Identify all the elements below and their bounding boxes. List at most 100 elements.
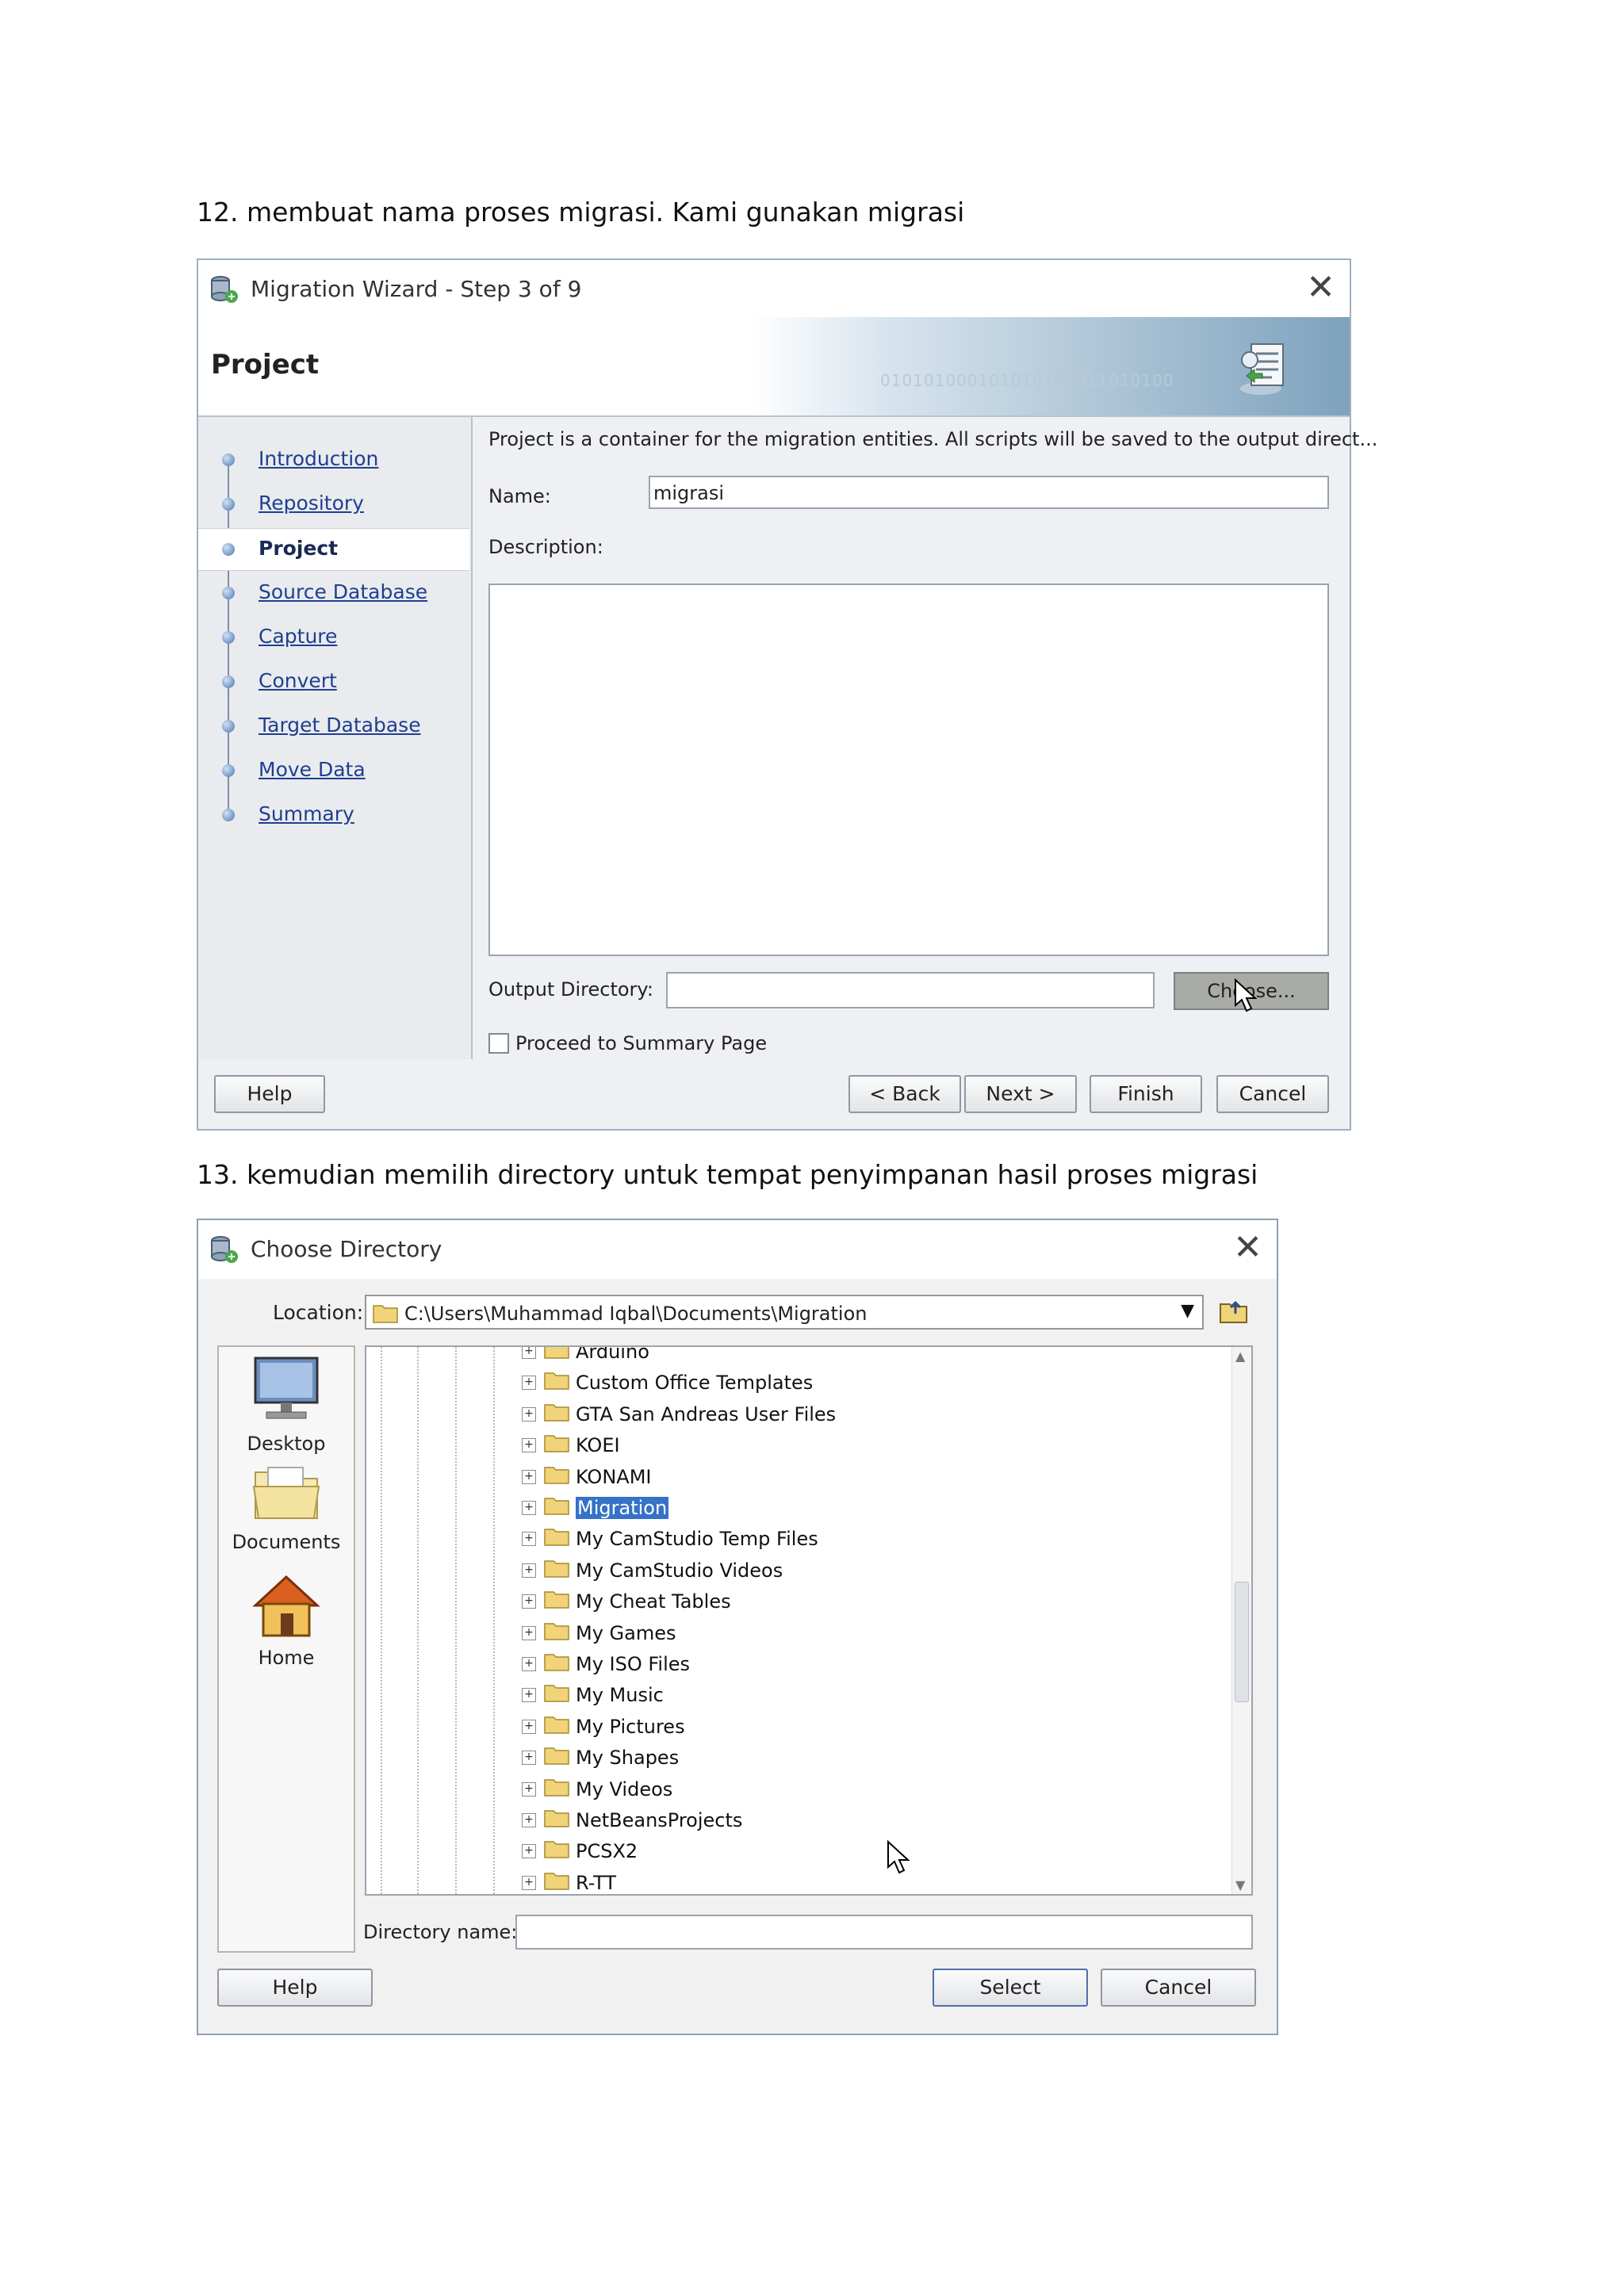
- expand-icon[interactable]: +: [522, 1347, 536, 1359]
- folder-tree-item[interactable]: + GTA San Andreas User Files: [522, 1402, 836, 1430]
- step-item[interactable]: Project: [198, 528, 469, 571]
- migration-wizard-dialog: Migration Wizard - Step 3 of 9 ✕ Project…: [197, 258, 1377, 1131]
- dropdown-arrow-icon[interactable]: ▼: [1181, 1301, 1194, 1321]
- expand-icon[interactable]: +: [522, 1376, 536, 1391]
- folder-tree-item[interactable]: + My ISO Files: [522, 1651, 690, 1680]
- folder-tree-item[interactable]: + NetBeansProjects: [522, 1808, 742, 1836]
- description-textarea[interactable]: [488, 584, 1329, 956]
- help-button[interactable]: Help: [214, 1075, 325, 1113]
- shortcut-documents[interactable]: Documents: [219, 1463, 354, 1553]
- directory-tree[interactable]: + Arduino + Custom Office Templates + GTA San…: [365, 1345, 1253, 1896]
- wizard-banner: Project 010101000101010101011010100: [198, 317, 1350, 417]
- folder-tree-item[interactable]: + Migration: [522, 1495, 669, 1524]
- select-button-label: Select: [979, 1976, 1041, 1999]
- output-directory-input[interactable]: [666, 972, 1155, 1008]
- expand-icon[interactable]: +: [522, 1438, 536, 1453]
- folder-tree-item[interactable]: + My CamStudio Videos: [522, 1558, 783, 1586]
- folder-icon: [544, 1347, 569, 1364]
- shortcut-desktop-label: Desktop: [247, 1433, 326, 1455]
- scroll-up-icon[interactable]: ▲: [1235, 1349, 1245, 1364]
- step-item[interactable]: Move Data: [198, 750, 469, 791]
- next-button[interactable]: Next >: [964, 1075, 1077, 1113]
- home-icon: [251, 1575, 322, 1644]
- folder-tree-item[interactable]: + My Shapes: [522, 1745, 679, 1774]
- folder-tree-item[interactable]: + My Games: [522, 1621, 676, 1649]
- expand-icon[interactable]: +: [522, 1594, 536, 1609]
- folder-name: My Videos: [576, 1777, 673, 1800]
- folder-name: Arduino: [576, 1345, 649, 1363]
- folder-tree-item[interactable]: + My Videos: [522, 1777, 672, 1805]
- help-button[interactable]: Help: [217, 1969, 373, 2007]
- wizard-window-title: Migration Wizard - Step 3 of 9: [251, 276, 582, 302]
- proceed-checkbox[interactable]: [488, 1033, 509, 1054]
- name-input[interactable]: migrasi: [649, 476, 1329, 509]
- folder-tree-item[interactable]: + R-TT: [522, 1870, 616, 1894]
- scrollbar-thumb[interactable]: [1235, 1582, 1249, 1702]
- expand-icon[interactable]: +: [522, 1813, 536, 1827]
- location-dropdown[interactable]: C:\Users\Muhammad Iqbal\Documents\Migrat…: [365, 1295, 1204, 1330]
- step-node-icon: [222, 764, 235, 777]
- expand-icon[interactable]: +: [522, 1657, 536, 1671]
- expand-icon[interactable]: +: [522, 1532, 536, 1547]
- tree-scrollbar[interactable]: ▲ ▼: [1231, 1347, 1251, 1894]
- close-icon[interactable]: ✕: [1233, 1228, 1262, 1268]
- folder-icon: [544, 1559, 569, 1582]
- folder-icon: [544, 1590, 569, 1613]
- expand-icon[interactable]: +: [522, 1688, 536, 1703]
- folder-tree-item[interactable]: + My Cheat Tables: [522, 1589, 731, 1617]
- step-item[interactable]: Target Database: [198, 706, 469, 747]
- proceed-to-summary-option[interactable]: Proceed to Summary Page: [488, 1031, 767, 1054]
- expand-icon[interactable]: +: [522, 1563, 536, 1578]
- folder-icon: [373, 1303, 398, 1328]
- folder-tree-item[interactable]: + Arduino: [522, 1345, 649, 1368]
- help-button-label: Help: [247, 1082, 293, 1105]
- output-directory-label: Output Directory:: [488, 978, 653, 1001]
- expand-icon[interactable]: +: [522, 1406, 536, 1422]
- folder-tree-item[interactable]: + My Music: [522, 1682, 664, 1711]
- cancel-button[interactable]: Cancel: [1216, 1075, 1329, 1113]
- scroll-down-icon[interactable]: ▼: [1235, 1877, 1245, 1892]
- step-12-caption: 12. membuat nama proses migrasi. Kami gu…: [197, 197, 965, 228]
- folder-tree-item[interactable]: + PCSX2: [522, 1839, 638, 1867]
- finish-button[interactable]: Finish: [1090, 1075, 1202, 1113]
- back-button[interactable]: < Back: [848, 1075, 961, 1113]
- expand-icon[interactable]: +: [522, 1625, 536, 1640]
- folder-tree-item[interactable]: + KOEI: [522, 1433, 620, 1461]
- folder-name: PCSX2: [576, 1840, 638, 1863]
- expand-icon[interactable]: +: [522, 1501, 536, 1515]
- expand-icon[interactable]: +: [522, 1751, 536, 1766]
- directory-name-input[interactable]: [515, 1915, 1253, 1950]
- chooser-titlebar: Choose Directory ✕: [198, 1220, 1277, 1279]
- expand-icon[interactable]: +: [522, 1844, 536, 1859]
- step-item[interactable]: Capture: [198, 617, 469, 658]
- step-item[interactable]: Repository: [198, 484, 469, 525]
- finish-button-label: Finish: [1117, 1082, 1174, 1105]
- step-node-icon: [222, 453, 235, 466]
- folder-tree-item[interactable]: + My CamStudio Temp Files: [522, 1526, 818, 1555]
- folder-tree-item[interactable]: + Custom Office Templates: [522, 1370, 813, 1399]
- step-item[interactable]: Convert: [198, 661, 469, 702]
- step-item[interactable]: Summary: [198, 794, 469, 836]
- shortcut-desktop[interactable]: Desktop: [219, 1353, 354, 1455]
- step-node-icon: [222, 543, 235, 556]
- cancel-button[interactable]: Cancel: [1101, 1969, 1256, 2007]
- folder-tree-item[interactable]: + KONAMI: [522, 1464, 651, 1493]
- folder-icon: [544, 1683, 569, 1707]
- step-item[interactable]: Source Database: [198, 572, 469, 614]
- expand-icon[interactable]: +: [522, 1469, 536, 1484]
- up-folder-icon[interactable]: [1218, 1296, 1250, 1331]
- expand-icon[interactable]: +: [522, 1781, 536, 1797]
- cancel-button-label: Cancel: [1144, 1976, 1212, 1999]
- close-icon[interactable]: ✕: [1306, 268, 1335, 308]
- folder-icon: [544, 1402, 569, 1426]
- select-button[interactable]: Select: [933, 1969, 1088, 2007]
- step-label: Convert: [259, 669, 337, 692]
- expand-icon[interactable]: +: [522, 1719, 536, 1734]
- folder-name: My Pictures: [576, 1715, 685, 1738]
- step-item[interactable]: Introduction: [198, 439, 469, 480]
- folder-name: My Cheat Tables: [576, 1590, 731, 1613]
- shortcut-home[interactable]: Home: [219, 1572, 354, 1669]
- expand-icon[interactable]: +: [522, 1875, 536, 1890]
- folder-name: Migration: [576, 1497, 669, 1519]
- folder-tree-item[interactable]: + My Pictures: [522, 1714, 685, 1743]
